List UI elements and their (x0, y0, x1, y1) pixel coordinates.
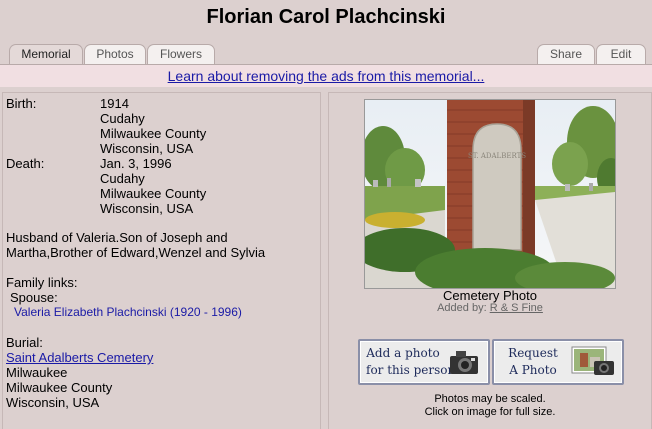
spouse-label: Spouse: (10, 290, 58, 305)
cemetery-link[interactable]: Saint Adalberts Cemetery (6, 350, 153, 365)
family-links-heading: Family links: (6, 275, 78, 290)
photo-thumbnail-icon (571, 346, 614, 375)
birth-date: 1914 (100, 96, 129, 111)
page-title: Florian Carol Plachcinski (206, 6, 446, 28)
tab-flowers[interactable]: Flowers (147, 44, 215, 64)
death-city: Cudahy (100, 171, 145, 186)
tab-bar: Memorial Photos Flowers Share Edit (0, 44, 652, 66)
added-by-link[interactable]: R & S Fine (490, 302, 543, 314)
birth-state: Wisconsin, USA (100, 141, 194, 156)
add-photo-button[interactable]: Add a photo for this person (358, 339, 490, 385)
click-full-size-note: Click on image for full size. (424, 406, 556, 418)
remove-ads-link[interactable]: Learn about removing the ads from this m… (168, 68, 485, 84)
birth-city: Cudahy (100, 111, 145, 126)
death-county: Milwaukee County (100, 186, 207, 201)
request-photo-label-2: A Photo (509, 363, 557, 377)
add-photo-label-2: for this person (366, 363, 456, 377)
photo-credit: Added by: R & S Fine (329, 302, 651, 314)
death-date: Jan. 3, 1996 (100, 156, 172, 171)
request-photo-label-1: Request (508, 346, 558, 360)
tab-edit[interactable]: Edit (596, 44, 646, 64)
request-photo-button[interactable]: Request A Photo (492, 339, 624, 385)
bio-line-2: Martha,Brother of Edward,Wenzel and Sylv… (6, 245, 266, 260)
birth-county: Milwaukee County (100, 126, 207, 141)
spouse-link[interactable]: Valeria Elizabeth Plachcinski (1920 - 19… (14, 305, 242, 320)
bio-line-1: Husband of Valeria.Son of Joseph and (6, 230, 228, 245)
photo-panel: ST. ADALBERTS Cemetery Photo Added by: R… (328, 92, 652, 429)
tab-memorial[interactable]: Memorial (9, 44, 83, 66)
burial-county: Milwaukee County (6, 380, 113, 395)
photo-caption: Cemetery Photo (443, 288, 537, 303)
tab-photos[interactable]: Photos (84, 44, 146, 64)
death-state: Wisconsin, USA (100, 201, 194, 216)
burial-city: Milwaukee (6, 365, 68, 380)
photos-scaled-note: Photos may be scaled. (434, 393, 546, 405)
death-label: Death: (6, 156, 45, 171)
cemetery-photo[interactable]: ST. ADALBERTS (364, 99, 616, 289)
add-photo-label-1: Add a photo (366, 346, 440, 360)
ad-banner: Learn about removing the ads from this m… (0, 65, 652, 87)
burial-label: Burial: (6, 335, 43, 350)
added-by-label: Added by: (437, 302, 487, 314)
burial-state: Wisconsin, USA (6, 395, 100, 410)
birth-label: Birth: (6, 96, 37, 111)
memorial-details-panel: Birth: 1914 Cudahy Milwaukee County Wisc… (2, 92, 321, 429)
tab-share[interactable]: Share (537, 44, 595, 64)
camera-icon (450, 351, 478, 374)
gate-inscription: ST. ADALBERTS (468, 152, 526, 160)
